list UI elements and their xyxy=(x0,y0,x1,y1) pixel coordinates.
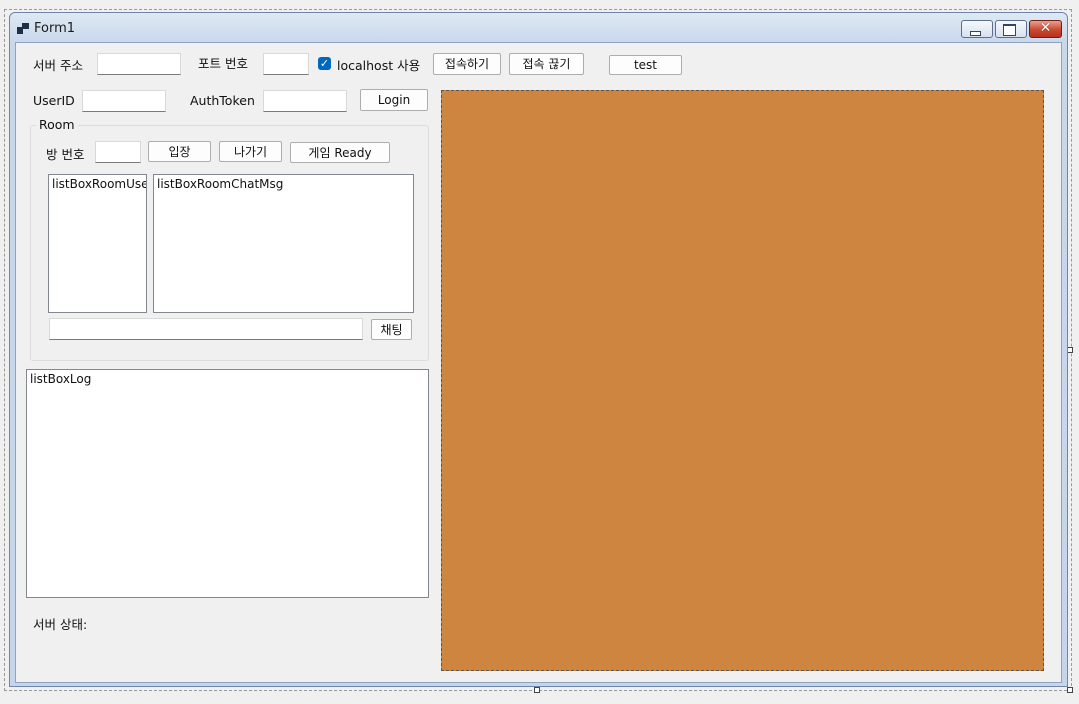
test-button[interactable]: test xyxy=(609,55,682,75)
enter-room-button[interactable]: 입장 xyxy=(148,141,211,162)
authtoken-label: AuthToken xyxy=(190,93,255,108)
room-number-input[interactable] xyxy=(95,141,141,163)
title-bar[interactable] xyxy=(10,13,1067,42)
room-number-label: 방 번호 xyxy=(46,147,85,162)
list-item[interactable]: listBoxLog xyxy=(30,372,91,386)
port-input[interactable] xyxy=(263,53,309,75)
room-group-title: Room xyxy=(36,117,78,132)
localhost-checkbox-label: localhost 사용 xyxy=(337,58,421,73)
userid-input[interactable] xyxy=(82,90,166,112)
localhost-checkbox[interactable]: ✓ localhost 사용 xyxy=(318,57,428,73)
authtoken-input[interactable] xyxy=(263,90,347,112)
userid-label: UserID xyxy=(33,93,75,108)
login-button[interactable]: Login xyxy=(360,89,428,111)
server-status-label: 서버 상태: xyxy=(33,617,88,632)
connect-button[interactable]: 접속하기 xyxy=(433,53,501,75)
server-address-input[interactable] xyxy=(97,53,181,75)
game-board-panel[interactable] xyxy=(441,90,1044,671)
room-chat-listbox[interactable]: listBoxRoomChatMsg xyxy=(153,174,414,313)
close-button[interactable]: ✕ xyxy=(1029,20,1062,38)
maximize-icon xyxy=(1003,24,1016,36)
chat-button[interactable]: 채팅 xyxy=(371,319,412,340)
disconnect-button[interactable]: 접속 끊기 xyxy=(509,53,584,75)
list-item[interactable]: listBoxRoomUserList xyxy=(52,177,146,191)
resize-handle-bottom[interactable] xyxy=(534,687,540,693)
log-listbox[interactable]: listBoxLog xyxy=(26,369,429,598)
leave-room-button[interactable]: 나가기 xyxy=(219,141,282,162)
minimize-icon xyxy=(970,31,981,36)
minimize-button[interactable] xyxy=(961,20,993,38)
checkmark-icon: ✓ xyxy=(318,57,331,70)
form-icon xyxy=(17,23,29,34)
resize-handle-corner[interactable] xyxy=(1067,687,1073,693)
room-user-listbox[interactable]: listBoxRoomUserList xyxy=(48,174,147,313)
maximize-button[interactable] xyxy=(995,20,1027,38)
window-title: Form1 xyxy=(34,21,76,36)
chat-input[interactable] xyxy=(49,318,363,340)
server-address-label: 서버 주소 xyxy=(33,58,83,73)
close-icon: ✕ xyxy=(1039,20,1052,36)
game-ready-button[interactable]: 게임 Ready xyxy=(290,142,390,163)
list-item[interactable]: listBoxRoomChatMsg xyxy=(157,177,283,191)
port-label: 포트 번호 xyxy=(198,56,248,71)
